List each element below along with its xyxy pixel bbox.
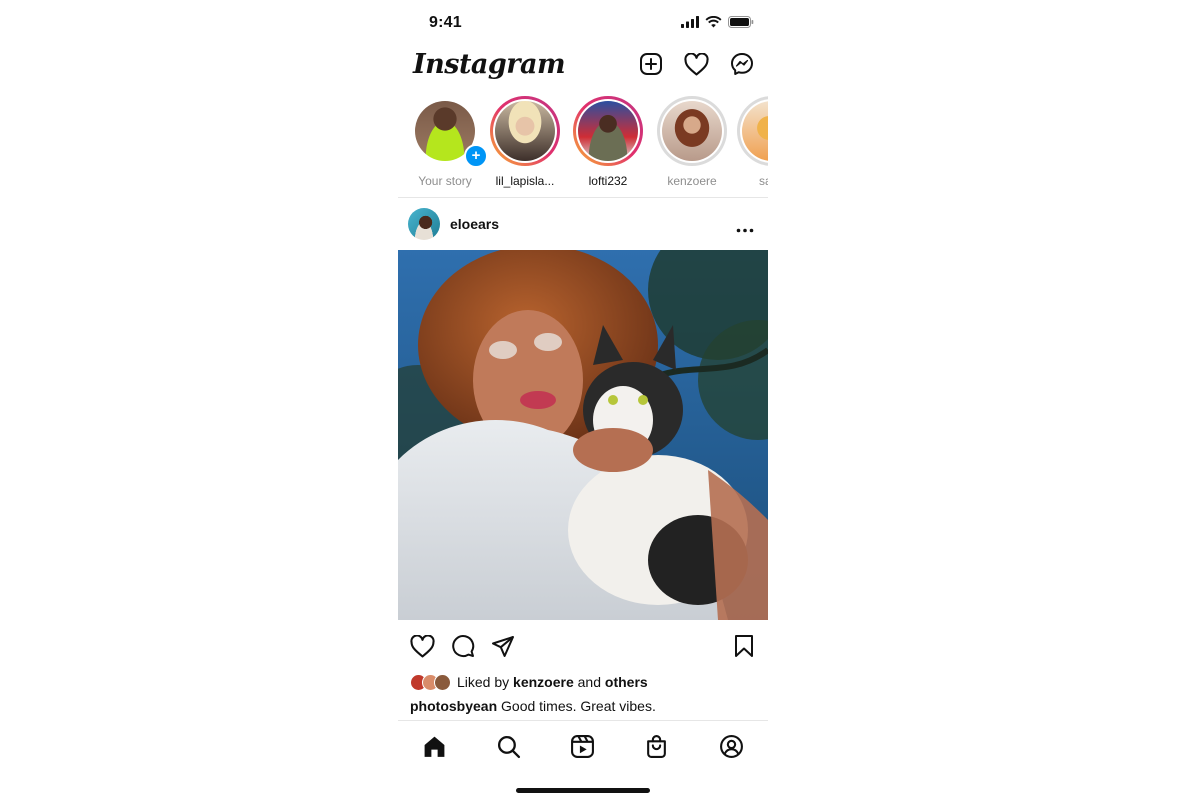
signal-icon — [681, 16, 699, 28]
comment-icon[interactable] — [451, 634, 475, 658]
messenger-icon[interactable] — [730, 52, 754, 76]
battery-icon — [728, 16, 754, 28]
search-icon[interactable] — [496, 734, 521, 764]
wifi-icon — [705, 16, 722, 28]
status-icons — [681, 16, 754, 28]
instagram-logo[interactable]: Instagram — [413, 49, 566, 80]
avatar — [742, 101, 768, 161]
more-options-icon[interactable] — [736, 220, 754, 238]
status-bar: 9:41 — [398, 0, 768, 46]
avatar — [495, 101, 555, 161]
story-your-story[interactable]: + Your story — [407, 96, 488, 188]
liked-by-and: and — [577, 674, 601, 690]
story-label: Your story — [418, 174, 472, 188]
likes-row[interactable]: Liked by kenzoere and others — [410, 672, 648, 692]
home-icon[interactable] — [422, 734, 447, 764]
profile-icon[interactable] — [719, 734, 744, 764]
stories-tray: + Your story lil_lapisla... lofti232 ken… — [398, 96, 768, 196]
post-photo[interactable] — [398, 250, 768, 620]
app-header: Instagram — [398, 46, 768, 90]
post-actions — [398, 630, 768, 664]
story-label: kenzoere — [667, 174, 717, 188]
story-ring — [737, 96, 768, 166]
divider — [398, 197, 768, 198]
heart-icon[interactable] — [684, 52, 709, 76]
story-ring — [573, 96, 643, 166]
avatar — [662, 101, 722, 161]
tab-bar — [398, 722, 768, 772]
caption-username[interactable]: photosbyean — [410, 698, 497, 714]
shop-icon[interactable] — [644, 734, 669, 764]
share-icon[interactable] — [491, 634, 515, 658]
story-lofti232[interactable]: lofti232 — [570, 96, 646, 188]
liked-by-avatars — [410, 673, 451, 691]
story-kenzoere[interactable]: kenzoere — [654, 96, 730, 188]
caption-text: Good times. Great vibes. — [501, 698, 656, 714]
avatar — [578, 101, 638, 161]
post-photo-image — [398, 250, 768, 620]
liked-by-others[interactable]: others — [605, 674, 648, 690]
add-story-icon[interactable]: + — [464, 144, 488, 168]
story-sapp[interactable]: sapp — [734, 96, 768, 188]
bookmark-icon[interactable] — [734, 634, 754, 658]
avatar — [434, 673, 451, 691]
story-ring — [657, 96, 727, 166]
header-actions — [639, 52, 754, 76]
story-label: lofti232 — [588, 174, 628, 188]
post-username[interactable]: eloears — [450, 216, 499, 232]
post-caption: photosbyean Good times. Great vibes. — [410, 698, 656, 714]
story-label: sapp — [758, 174, 768, 188]
avatar[interactable] — [408, 208, 440, 240]
post-header: eloears — [398, 200, 768, 250]
divider — [398, 720, 768, 721]
story-lil-lapisla[interactable]: lil_lapisla... — [487, 96, 563, 188]
like-icon[interactable] — [410, 634, 435, 658]
liked-by-prefix: Liked by — [457, 674, 510, 690]
liked-by-user[interactable]: kenzoere — [513, 674, 574, 690]
new-post-icon[interactable] — [639, 52, 663, 76]
phone-screen: 9:41 Instagram + Your story lil_lapisla.… — [398, 0, 768, 800]
reels-icon[interactable] — [570, 734, 595, 764]
status-time: 9:41 — [429, 14, 462, 31]
home-indicator[interactable] — [516, 788, 650, 793]
story-label: lil_lapisla... — [495, 174, 555, 188]
story-ring — [490, 96, 560, 166]
